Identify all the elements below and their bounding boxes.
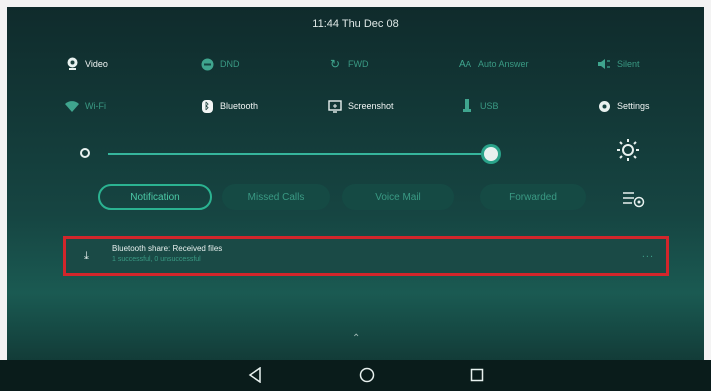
auto-answer-label: Auto Answer bbox=[478, 59, 529, 69]
wifi-label: Wi-Fi bbox=[85, 101, 106, 111]
screenshot-toggle[interactable]: Screenshot bbox=[328, 99, 394, 113]
brightness-low-icon bbox=[80, 148, 90, 158]
dnd-icon bbox=[200, 57, 214, 71]
back-icon[interactable] bbox=[244, 365, 266, 385]
navigation-bar bbox=[0, 360, 711, 391]
tab-voice-mail[interactable]: Voice Mail bbox=[342, 184, 454, 210]
notification-tabs: Notification Missed Calls Voice Mail For… bbox=[0, 184, 711, 210]
download-icon: ⤓ bbox=[84, 250, 89, 262]
settings-label: Settings bbox=[617, 101, 650, 111]
dnd-toggle[interactable]: DND bbox=[200, 57, 240, 71]
usb-label: USB bbox=[480, 101, 499, 111]
bluetooth-label: Bluetooth bbox=[220, 101, 259, 111]
quick-settings-row-1: Video DND ↻ FWD AA Auto Answer Silent bbox=[0, 57, 711, 79]
video-label: Video bbox=[85, 59, 108, 69]
speaker-icon bbox=[597, 57, 611, 71]
notification-more-button[interactable]: ... bbox=[642, 248, 654, 260]
wifi-toggle[interactable]: Wi-Fi bbox=[65, 99, 106, 113]
screenshot-icon bbox=[328, 99, 342, 113]
home-icon[interactable] bbox=[356, 365, 378, 385]
fwd-toggle[interactable]: ↻ FWD bbox=[328, 57, 369, 71]
notification-subtitle: 1 successful, 0 unsuccessful bbox=[112, 256, 201, 263]
dnd-label: DND bbox=[220, 59, 240, 69]
auto-answer-toggle[interactable]: AA Auto Answer bbox=[458, 57, 529, 71]
usb-toggle[interactable]: USB bbox=[460, 99, 499, 113]
bluetooth-toggle[interactable]: ᛒ Bluetooth bbox=[200, 99, 258, 113]
forward-icon: ↻ bbox=[329, 57, 341, 71]
settings-button[interactable]: Settings bbox=[597, 99, 650, 113]
silent-label: Silent bbox=[617, 59, 640, 69]
quick-settings-row-2: Wi-Fi ᛒ Bluetooth Screenshot USB Setting… bbox=[0, 99, 711, 121]
tab-notification[interactable]: Notification bbox=[98, 184, 212, 210]
silent-toggle[interactable]: Silent bbox=[597, 57, 640, 71]
panel-drag-handle[interactable]: ⌃ bbox=[352, 333, 360, 344]
notification-filter-icon[interactable] bbox=[622, 188, 646, 208]
status-bar-clock: 11:44 Thu Dec 08 bbox=[312, 18, 399, 30]
usb-icon bbox=[460, 99, 474, 113]
wifi-icon bbox=[65, 99, 79, 113]
tab-missed-calls[interactable]: Missed Calls bbox=[222, 184, 330, 210]
brightness-track[interactable] bbox=[108, 153, 490, 155]
bluetooth-icon: ᛒ bbox=[200, 99, 214, 113]
gear-icon bbox=[597, 99, 611, 113]
notification-title: Bluetooth share: Received files bbox=[112, 244, 223, 253]
tab-forwarded[interactable]: Forwarded bbox=[480, 184, 586, 210]
auto-answer-icon: AA bbox=[458, 58, 471, 70]
fwd-label: FWD bbox=[348, 59, 369, 69]
video-icon bbox=[65, 57, 79, 71]
brightness-slider[interactable] bbox=[80, 147, 500, 161]
recents-icon[interactable] bbox=[466, 365, 488, 385]
video-toggle[interactable]: Video bbox=[65, 57, 108, 71]
bluetooth-share-notification[interactable]: ⤓ Bluetooth share: Received files 1 succ… bbox=[63, 236, 669, 276]
brightness-high-icon[interactable] bbox=[616, 138, 640, 162]
screenshot-label: Screenshot bbox=[348, 101, 394, 111]
brightness-thumb[interactable] bbox=[484, 147, 498, 161]
